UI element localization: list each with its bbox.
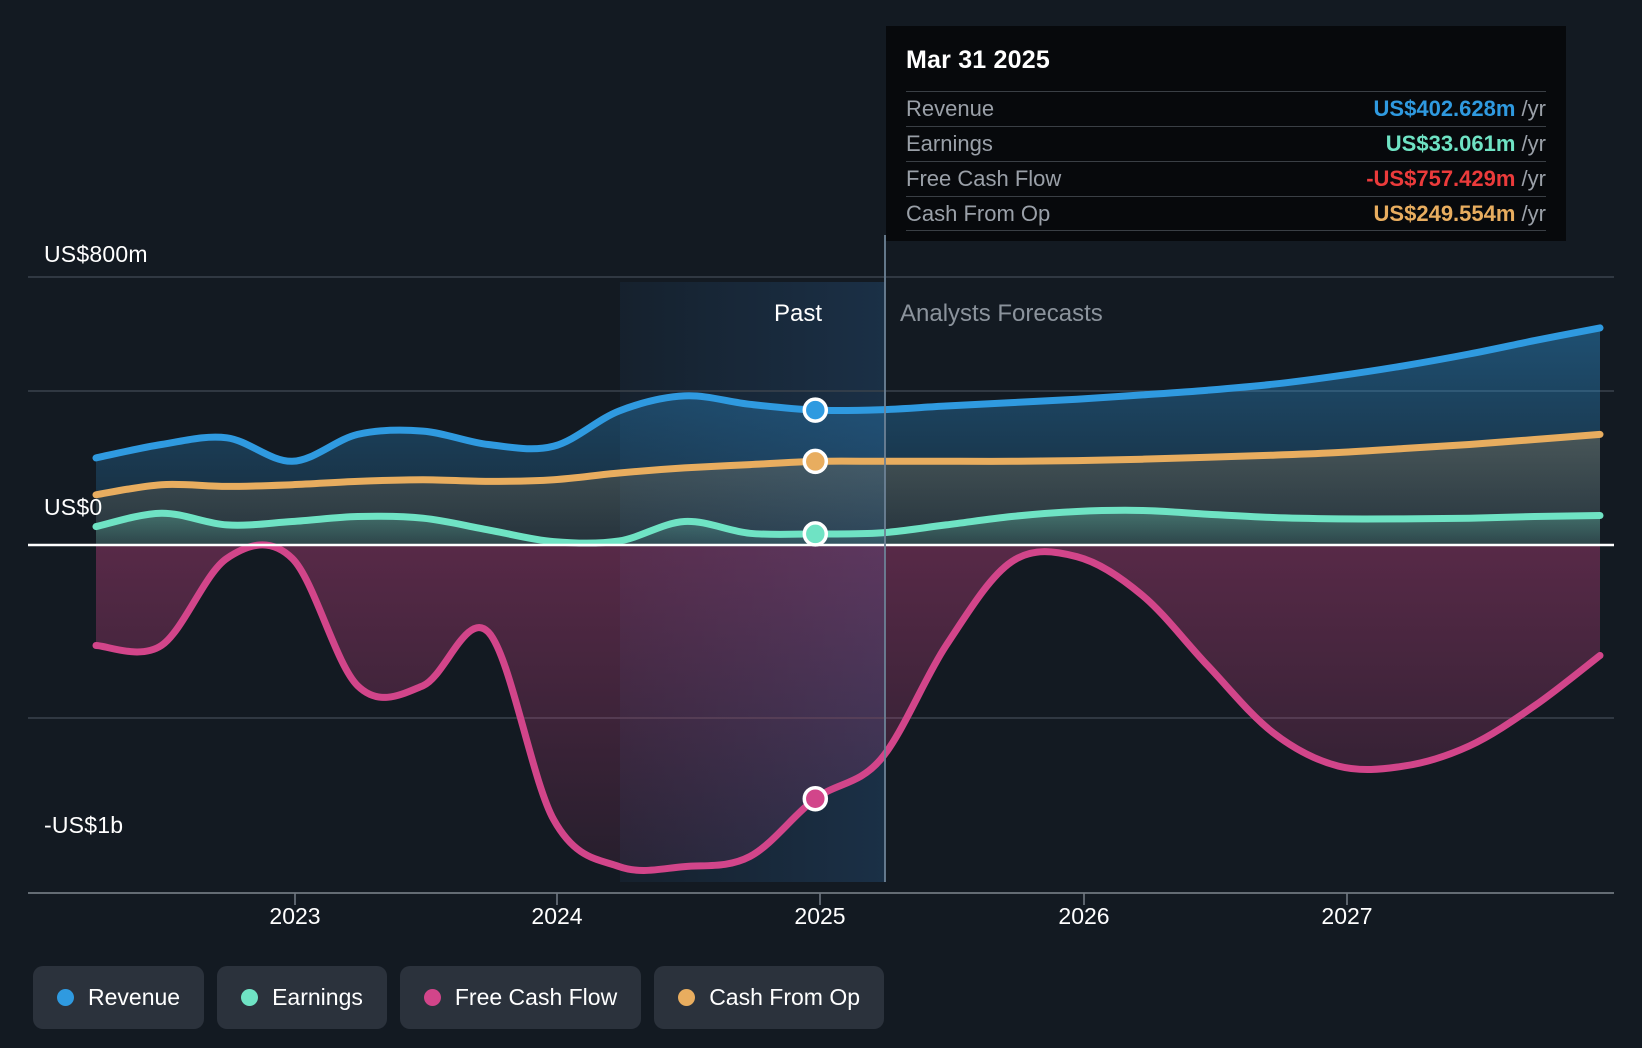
y-axis-label-max: US$800m [44,241,148,267]
tooltip-metric-value: -US$757.429m /yr [1366,166,1546,192]
x-axis-label-2025: 2025 [794,903,846,929]
legend-color-dot-icon [57,989,74,1006]
chart-legend[interactable]: Revenue Earnings Free Cash Flow Cash From O… [33,966,885,1029]
tooltip-metric-amount: -US$757.429m [1366,166,1516,191]
legend-item-earnings[interactable]: Earnings [217,966,387,1029]
tooltip-metric-value: US$33.061m /yr [1386,131,1546,157]
tooltip-metric-label: Cash From Op [906,200,1051,226]
tooltip-metric-label: Earnings [906,131,993,156]
forecast-period-label: Analysts Forecasts [900,300,1103,327]
x-axis-label-2027: 2027 [1321,903,1373,929]
tooltip-metric-value: US$249.554m /yr [1374,201,1546,227]
tooltip-date: Mar 31 2025 [906,46,1050,74]
tooltip-rows: Revenue US$402.628m /yr Earnings US$33.061m… [906,91,1546,231]
legend-item-free-cash-flow[interactable]: Free Cash Flow [399,966,642,1029]
tooltip-row: Revenue US$402.628m /yr [906,91,1546,126]
tooltip-metric-label: Free Cash Flow [906,166,1062,191]
tooltip-metric-label: Revenue [906,96,995,121]
x-axis-label-2023: 2023 [269,903,321,929]
legend-color-dot-icon [423,989,441,1006]
tooltip-metric-unit: /yr [1515,96,1546,121]
past-period-label: Past [773,300,822,327]
tooltip-row: Cash From Op US$249.554m /yr [906,196,1546,231]
tooltip-row: Free Cash Flow -US$757.429m /yr [906,161,1546,196]
tooltip-metric-amount: US$33.061m [1385,131,1516,156]
tooltip-metric-amount: US$402.628m [1373,96,1516,121]
legend-color-dot-icon [241,989,259,1006]
legend-item-label: Earnings [272,984,363,1010]
x-axis-label-2026: 2026 [1058,903,1110,929]
tooltip-row: Earnings US$33.061m /yr [906,126,1546,161]
legend-item-label: Cash From Op [709,984,861,1010]
data-point-marker-revenue[interactable] [802,397,829,423]
tooltip-metric-unit: /yr [1515,200,1546,226]
x-axis-label-2024: 2024 [531,903,583,929]
tooltip-metric-amount: US$249.554m [1373,200,1516,226]
tooltip-metric-value: US$402.628m /yr [1374,96,1546,122]
financial-performance-chart: US$800m US$0 -US$1b 2023 2024 2025 2026 2027… [0,0,1642,1048]
legend-item-revenue[interactable]: Revenue [33,966,205,1029]
tooltip-metric-unit: /yr [1515,166,1546,191]
tooltip-metric-unit: /yr [1515,131,1546,156]
legend-item-label: Free Cash Flow [454,984,618,1010]
legend-color-dot-icon [678,989,696,1006]
data-point-marker-cash-from-op[interactable] [802,448,829,475]
y-axis-label-zero: US$0 [44,494,103,520]
legend-item-cash-from-op[interactable]: Cash From Op [654,966,885,1029]
data-point-marker-earnings[interactable] [802,521,829,547]
legend-item-label: Revenue [88,984,181,1010]
data-point-marker-free-cash-flow[interactable] [802,785,829,812]
y-axis-label-min: -US$1b [44,812,124,838]
data-tooltip: Mar 31 2025 Revenue US$402.628m /yr Earnin… [886,26,1566,241]
